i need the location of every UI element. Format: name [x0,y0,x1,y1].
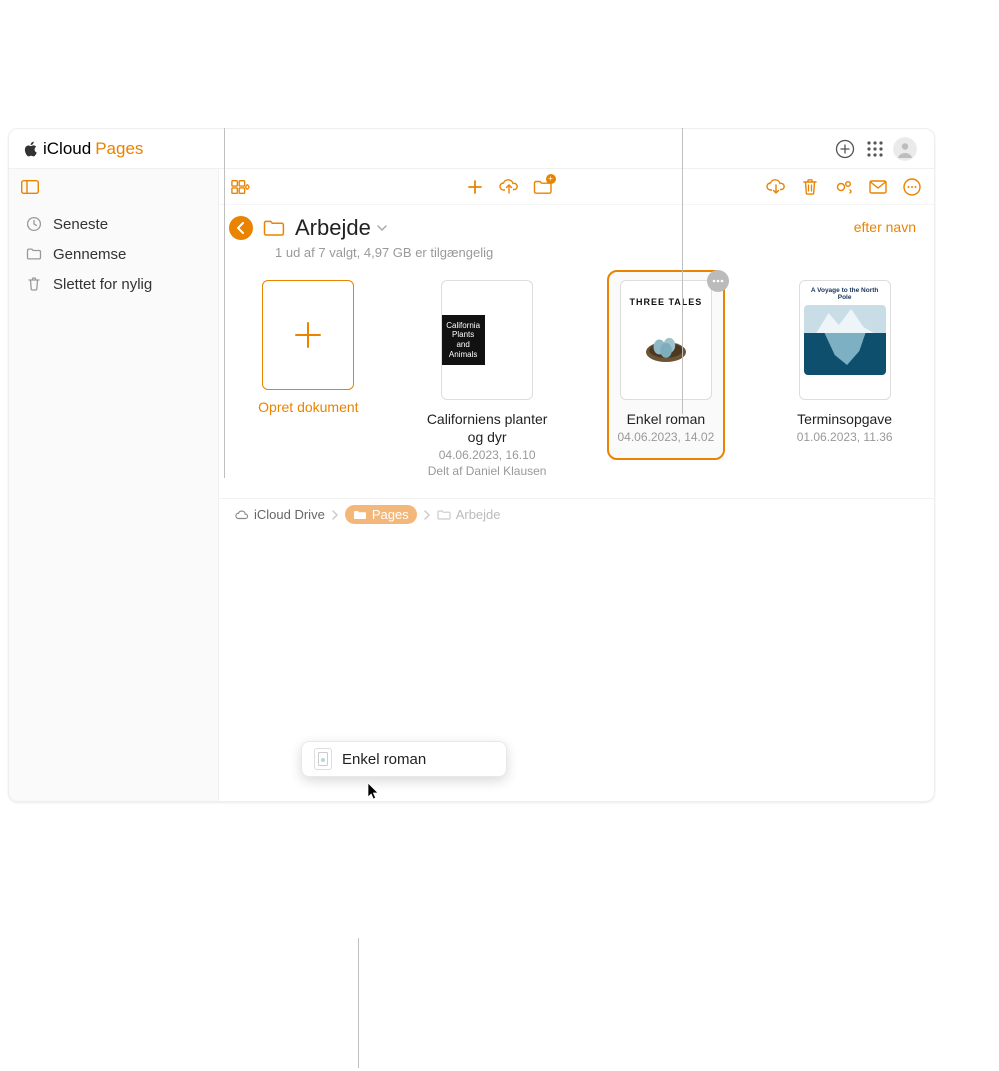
breadcrumb-label: Pages [372,507,409,522]
create-document-card[interactable]: Opret dokument [239,280,378,416]
sort-button[interactable]: efter navn [854,219,916,235]
app-window: iCloud Pages [8,128,935,802]
thumbnail-text: California Plants and Animals [441,315,485,365]
upload-button[interactable] [499,177,519,197]
document-card[interactable]: California Plants and Animals Californie… [418,280,557,478]
callout-line-more [682,128,683,414]
callout-line-breadcrumb [358,938,359,1068]
apps-grid-button[interactable] [860,134,890,164]
folder-header: Arbejde [219,205,934,249]
app-brand: iCloud Pages [23,139,143,159]
folder-icon [437,508,451,522]
email-button[interactable] [868,177,888,197]
brand-pages: Pages [95,139,143,159]
breadcrumb-root[interactable]: iCloud Drive [235,507,325,522]
folder-icon [353,508,367,522]
folder-status: 1 ud af 7 valgt, 4,97 GB er tilgængelig [275,245,934,260]
document-grid: Opret dokument California Plants and Ani… [219,260,934,498]
folder-name-dropdown[interactable]: Arbejde [295,215,387,241]
folder-title: Arbejde [295,215,371,241]
breadcrumb-current[interactable]: Arbejde [437,507,501,522]
document-thumbnail: THREE TALES [620,280,712,400]
content-area: + [219,169,934,801]
app-bar: iCloud Pages [9,129,934,169]
sidebar-item-label: Gennemse [53,246,126,263]
trash-icon [25,275,43,293]
document-title: Terminsopgave [797,410,892,428]
callout-line-back [224,128,225,478]
apple-logo-icon [23,141,39,157]
view-mode-button[interactable] [231,177,251,197]
document-title: Enkel roman [627,410,706,428]
document-mini-icon [314,748,332,770]
sidebar-item-label: Slettet for nylig [53,276,152,293]
sidebar: Seneste Gennemse Slettet for nylig [9,169,219,801]
breadcrumb-label: Arbejde [456,507,501,522]
account-avatar[interactable] [890,134,920,164]
thumbnail-text: A Voyage to the North Pole [804,287,886,301]
document-date: 01.06.2023, 11.36 [797,430,893,444]
more-button[interactable] [902,177,922,197]
create-document-label: Opret dokument [258,398,358,416]
new-document-button[interactable] [465,177,485,197]
chevron-right-icon [423,510,431,520]
item-more-button[interactable] [707,270,729,292]
mouse-cursor-icon [367,782,381,800]
drag-preview: Enkel roman [301,741,507,777]
chevron-right-icon [331,510,339,520]
sidebar-item-browse[interactable]: Gennemse [17,239,210,269]
back-button[interactable] [229,216,253,240]
brand-icloud: iCloud [43,139,91,159]
chevron-down-icon [377,224,387,232]
breadcrumb-bar: iCloud Drive Pages [219,498,934,530]
document-card-selected[interactable]: THREE TALES Enkel roman 04.06.2023, 14.0… [597,280,736,444]
thumbnail-text: THREE TALES [629,297,702,307]
delete-button[interactable] [800,177,820,197]
share-button[interactable] [834,177,854,197]
toggle-sidebar-icon[interactable] [21,180,39,194]
breadcrumb-pages[interactable]: Pages [345,505,417,524]
folder-icon [25,245,43,263]
breadcrumb-label: iCloud Drive [254,507,325,522]
download-button[interactable] [766,177,786,197]
document-thumbnail: A Voyage to the North Pole [799,280,891,400]
document-card[interactable]: A Voyage to the North Pole Terminsopgave… [775,280,914,444]
document-title: Californiens planter og dyr [418,410,557,446]
folder-icon [263,217,285,239]
sidebar-item-label: Seneste [53,216,108,233]
drag-preview-label: Enkel roman [342,751,426,768]
document-shared-by: Delt af Daniel Klausen [428,464,547,478]
cloud-icon [235,508,249,522]
nest-icon [641,317,691,367]
document-date: 04.06.2023, 14.02 [617,430,714,444]
sidebar-item-recents[interactable]: Seneste [17,209,210,239]
document-date: 04.06.2023, 16.10 [439,448,536,462]
content-toolbar: + [219,169,934,205]
plus-icon [262,280,354,390]
sidebar-item-recently-deleted[interactable]: Slettet for nylig [17,269,210,299]
clock-icon [25,215,43,233]
document-thumbnail: California Plants and Animals [441,280,533,400]
new-folder-button[interactable]: + [533,177,553,197]
add-circle-button[interactable] [830,134,860,164]
